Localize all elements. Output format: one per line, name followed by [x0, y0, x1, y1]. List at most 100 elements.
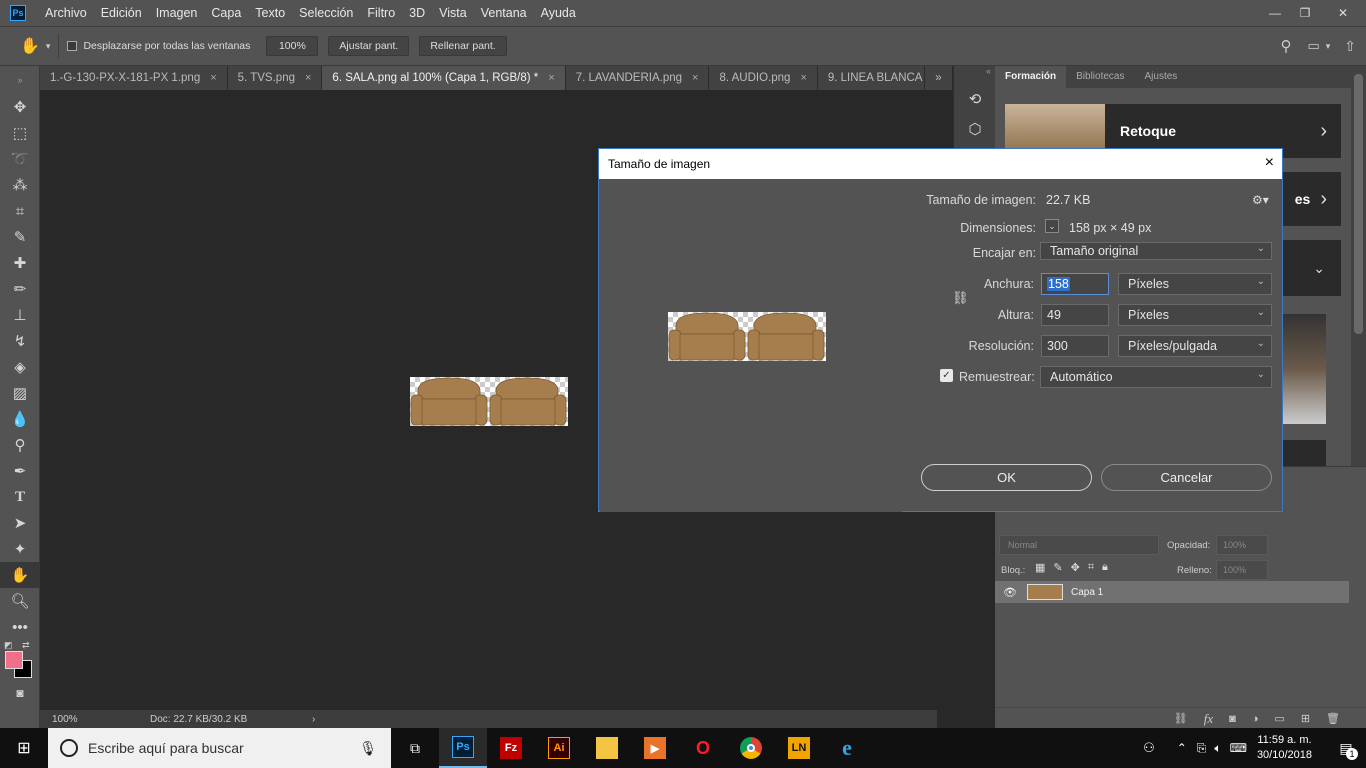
new-layer-icon[interactable]: ⊞ [1301, 712, 1310, 725]
menu-archivo[interactable]: Archivo [38, 0, 94, 26]
menu-texto[interactable]: Texto [248, 0, 292, 26]
gradient-tool-icon[interactable]: ▨ [0, 380, 40, 406]
link-layers-icon[interactable]: ⛓ [1174, 712, 1188, 725]
action-center-icon[interactable]: ▤ 1 [1326, 728, 1366, 768]
layer-row[interactable]: 👁︎ Capa 1 [995, 581, 1349, 603]
taskbar-app-chrome[interactable] [727, 728, 775, 768]
close-icon[interactable]: × [692, 72, 698, 84]
lock-position-icon[interactable]: ✥ [1071, 561, 1080, 574]
taskbar-app-photoshop[interactable]: Ps [439, 728, 487, 768]
width-unit-select[interactable]: Píxeles ⌄ [1118, 273, 1272, 295]
workspace-icon[interactable]: ▭ [1307, 38, 1319, 54]
search-icon[interactable]: ⚲ [1280, 37, 1291, 55]
new-group-icon[interactable]: ▭ [1274, 712, 1284, 725]
scroll-all-checkbox[interactable] [67, 41, 78, 51]
taskbar-app-ln[interactable]: LN [775, 728, 823, 768]
settings-gear-icon[interactable]: ⚙▾ [1252, 193, 1269, 207]
zoom-readout[interactable]: 100% [52, 714, 150, 725]
close-icon[interactable]: × [548, 72, 554, 84]
lock-transparency-icon[interactable]: ▦ [1035, 561, 1045, 574]
resample-select[interactable]: Automático ⌄ [1040, 366, 1272, 388]
menu-3d[interactable]: 3D [402, 0, 432, 26]
keyboard-icon[interactable]: ⌨ [1230, 741, 1247, 755]
marquee-tool-icon[interactable]: ⬚ [0, 120, 40, 146]
menu-vista[interactable]: Vista [432, 0, 474, 26]
ok-button[interactable]: OK [921, 464, 1092, 491]
panel-collapse-icon[interactable]: « [954, 66, 995, 84]
taskbar-app-opera[interactable]: O [679, 728, 727, 768]
tab-doc-7[interactable]: 7. LAVANDERIA.png × [565, 66, 710, 90]
magic-wand-icon[interactable]: ⁂ [0, 172, 40, 198]
pen-tool-icon[interactable]: ✒ [0, 458, 40, 484]
layer-name[interactable]: Capa 1 [1071, 587, 1103, 598]
microphone-icon[interactable]: 🎙︎ [359, 740, 377, 757]
clone-stamp-icon[interactable]: ⊥ [0, 302, 40, 328]
tab-formacion[interactable]: Formación [995, 66, 1067, 88]
healing-brush-icon[interactable]: ✚ [0, 250, 40, 276]
add-mask-icon[interactable]: ◙ [1229, 713, 1236, 725]
taskbar-app-illustrator[interactable]: Ai [535, 728, 583, 768]
crop-tool-icon[interactable]: ⌗ [0, 198, 40, 224]
fill-screen-button[interactable]: Rellenar pant. [419, 36, 507, 56]
tab-bibliotecas[interactable]: Bibliotecas [1066, 66, 1134, 88]
taskbar-app-filezilla[interactable]: Fz [487, 728, 535, 768]
panel-scrollbar[interactable] [1351, 66, 1366, 466]
menu-filtro[interactable]: Filtro [360, 0, 402, 26]
menu-seleccion[interactable]: Selección [292, 0, 360, 26]
menu-ayuda[interactable]: Ayuda [534, 0, 583, 26]
fx-button[interactable]: fx [1204, 711, 1213, 727]
tab-doc-6-active[interactable]: 6. SALA.png al 100% (Capa 1, RGB/8) * × [322, 66, 566, 90]
zoom-tool-icon[interactable]: 🔍︎ [0, 588, 40, 614]
fit-screen-button[interactable]: Ajustar pant. [328, 36, 410, 56]
adjustment-layer-icon[interactable]: ◑ [1252, 713, 1259, 725]
move-tool-icon[interactable]: ✥ [0, 94, 40, 120]
dodge-tool-icon[interactable]: ⚲ [0, 432, 40, 458]
menu-capa[interactable]: Capa [204, 0, 248, 26]
resample-checkbox[interactable]: ✓ [940, 369, 953, 382]
tutorial-thumbnail[interactable] [1280, 314, 1326, 424]
path-selection-icon[interactable]: ➤ [0, 510, 40, 536]
windows-start-icon[interactable]: ⊞ [0, 728, 48, 768]
fill-field[interactable]: 100% [1216, 560, 1268, 580]
taskbar-app-ie[interactable]: e [823, 728, 871, 768]
cancel-button[interactable]: Cancelar [1101, 464, 1272, 491]
quick-mask-icon[interactable]: ◙ [0, 680, 40, 706]
foreground-color-swatch[interactable] [5, 651, 23, 669]
fit-to-select[interactable]: Tamaño original ⌄ [1040, 242, 1272, 260]
chevron-down-icon[interactable]: ▾ [46, 41, 51, 52]
visibility-eye-icon[interactable]: 👁︎ [1003, 586, 1017, 599]
delete-layer-icon[interactable]: 🗑︎ [1326, 712, 1340, 725]
height-input[interactable]: 49 [1041, 304, 1109, 326]
restore-icon[interactable]: ❐ [1290, 0, 1320, 26]
chevron-down-icon[interactable]: ⌄ [1045, 219, 1059, 233]
hand-tool-icon[interactable]: ✋ [0, 562, 40, 588]
type-tool-icon[interactable]: T [0, 484, 40, 510]
volume-muted-icon[interactable]: 🔈︎ [1214, 741, 1221, 756]
chevron-down-icon[interactable]: ▾ [1326, 41, 1331, 52]
eyedropper-icon[interactable]: ✎ [0, 224, 40, 250]
close-icon[interactable]: × [800, 72, 806, 84]
preview-pane[interactable] [600, 180, 902, 512]
close-icon[interactable]: × [1265, 154, 1274, 172]
opacity-field[interactable]: 100% [1216, 535, 1268, 555]
swap-colors-icon[interactable]: ⇄ [22, 640, 30, 651]
people-icon[interactable]: ⚇ [1143, 740, 1155, 756]
tutorial-thumbnail[interactable] [1280, 440, 1326, 466]
taskbar-search[interactable]: Escribe aquí para buscar 🎙︎ [48, 728, 391, 768]
scroll-thumb[interactable] [1354, 74, 1363, 334]
resolution-unit-select[interactable]: Píxeles/pulgada ⌄ [1118, 335, 1272, 357]
history-panel-icon[interactable]: ⟲ [954, 84, 996, 114]
shape-tool-icon[interactable]: ✦ [0, 536, 40, 562]
lock-artboard-icon[interactable]: ⌗ [1088, 561, 1094, 574]
minimize-icon[interactable]: — [1260, 0, 1290, 26]
width-input[interactable]: 158 [1041, 273, 1109, 295]
zoom-field[interactable]: 100% [266, 36, 319, 56]
tab-doc-9[interactable]: 9. LINEA BLANCA [817, 66, 925, 90]
3d-panel-icon[interactable]: ⬡ [954, 114, 996, 144]
taskbar-app-media[interactable]: ▶ [631, 728, 679, 768]
constrain-proportions-link-icon[interactable]: ⛓ [952, 290, 969, 306]
tabs-overflow-icon[interactable]: » [925, 66, 953, 90]
task-view-icon[interactable]: ⧉ [391, 728, 439, 768]
status-menu-arrow[interactable]: › [312, 714, 315, 725]
blend-mode-select[interactable]: Normal [999, 535, 1159, 555]
